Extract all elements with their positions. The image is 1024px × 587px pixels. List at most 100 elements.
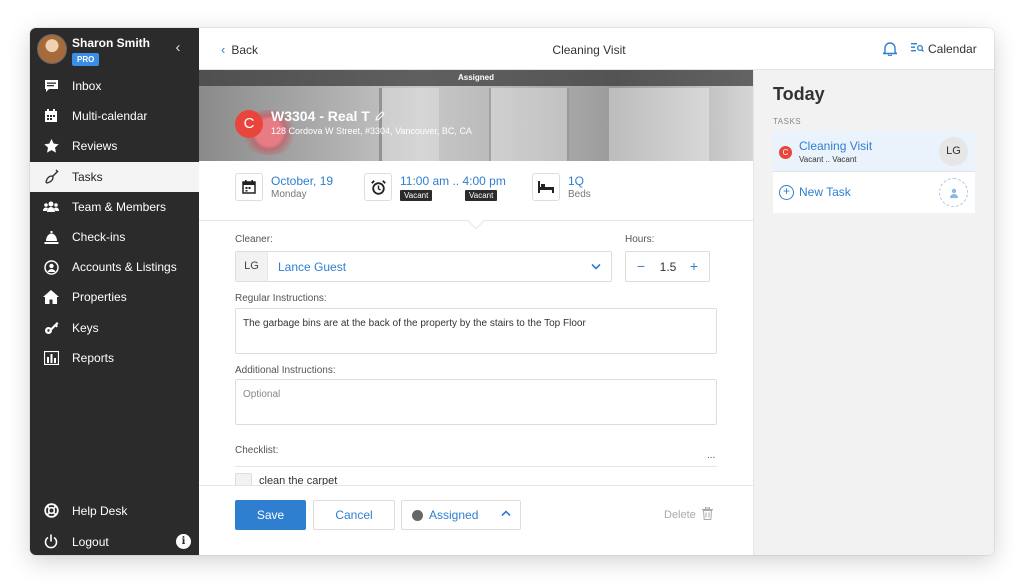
unassigned-user-icon xyxy=(939,178,968,207)
bell-checkin-icon xyxy=(43,229,59,245)
user-profile[interactable]: Sharon Smith PRO ‹ xyxy=(30,28,199,68)
additional-instructions-field[interactable]: Optional xyxy=(235,379,717,425)
regular-instructions-label: Regular Instructions: xyxy=(235,293,327,304)
calendar-label: Calendar xyxy=(928,42,977,56)
sidebar-item-label: Check-ins xyxy=(72,230,126,245)
new-task-label: New Task xyxy=(799,185,851,199)
hours-label: Hours: xyxy=(625,234,655,245)
cleaner-initials: LG xyxy=(236,252,268,281)
sidebar-item-label: Logout xyxy=(72,534,109,549)
delete-button[interactable]: Delete xyxy=(664,506,713,523)
property-name[interactable]: W3304 - Real T xyxy=(271,108,385,124)
status-dropdown[interactable]: Assigned xyxy=(401,500,521,530)
task-type-badge: C xyxy=(235,110,263,138)
task-weekday: Monday xyxy=(271,189,307,200)
sidebar-item-check-ins[interactable]: Check-ins xyxy=(30,222,199,252)
beds-value: 1Q xyxy=(568,174,585,188)
power-icon xyxy=(43,534,59,550)
property-header: Assigned C W3304 - Real T 128 Cordova W … xyxy=(199,70,753,161)
tasks-section-label: TASKS xyxy=(773,117,802,126)
sidebar-item-reports[interactable]: Reports xyxy=(30,343,199,373)
sidebar-item-label: Multi-calendar xyxy=(72,109,148,124)
avatar[interactable] xyxy=(37,34,67,64)
background-photo-window xyxy=(379,88,439,161)
team-icon xyxy=(43,199,59,215)
sidebar-item-label: Inbox xyxy=(72,79,102,94)
sidebar-item-label: Tasks xyxy=(72,169,103,184)
sidebar-item-tasks[interactable]: Tasks xyxy=(30,161,199,192)
additional-instructions-label: Additional Instructions: xyxy=(235,365,336,376)
hours-increment-button[interactable]: + xyxy=(687,258,701,274)
status-dot xyxy=(412,510,423,521)
sidebar-item-label: Reports xyxy=(72,350,115,365)
today-panel: Today TASKS C Cleaning Visit Vacant .. V… xyxy=(753,70,994,555)
back-button[interactable]: ‹ Back xyxy=(221,42,258,57)
home-icon xyxy=(43,289,59,305)
key-icon xyxy=(43,320,59,336)
hours-decrement-button[interactable]: − xyxy=(634,258,648,274)
cleaner-value: Lance Guest xyxy=(278,260,347,274)
vacant-end-badge: Vacant xyxy=(465,190,498,201)
task-form: Cleaner: LG Lance Guest Hours: − 1.5 + R… xyxy=(199,222,753,490)
task-name: Cleaning Visit xyxy=(799,139,873,153)
sidebar-item-inbox[interactable]: Inbox xyxy=(30,71,199,101)
sidebar-item-keys[interactable]: Keys xyxy=(30,313,199,343)
collapse-sidebar-icon[interactable]: ‹ xyxy=(171,38,185,58)
user-name: Sharon Smith xyxy=(72,36,151,50)
save-button[interactable]: Save xyxy=(235,500,306,530)
account-icon xyxy=(43,259,59,275)
task-detail: Assigned C W3304 - Real T 128 Cordova W … xyxy=(199,70,753,555)
status-banner: Assigned xyxy=(457,73,494,82)
notifications-bell-icon[interactable] xyxy=(881,41,899,57)
sidebar-item-accounts-listings[interactable]: Accounts & Listings xyxy=(30,252,199,282)
assignee-avatar: LG xyxy=(939,137,968,166)
task-status-text: Vacant .. Vacant xyxy=(799,155,857,164)
sidebar-item-label: Accounts & Listings xyxy=(72,260,177,275)
sidebar-item-properties[interactable]: Properties xyxy=(30,282,199,312)
topbar: ‹ Back Cleaning Visit Calendar xyxy=(199,28,994,70)
task-time[interactable]: 11:00 am .. 4:00 pm xyxy=(400,174,506,188)
sidebar-item-reviews[interactable]: Reviews xyxy=(30,131,199,161)
hours-stepper[interactable]: − 1.5 + xyxy=(625,251,710,282)
sidebar-item-team-members[interactable]: Team & Members xyxy=(30,192,199,222)
sidebar-item-label: Team & Members xyxy=(72,199,167,214)
pro-badge: PRO xyxy=(72,53,100,66)
inbox-icon xyxy=(43,78,59,94)
sidebar-bottom: Help Desk Logout i xyxy=(30,495,199,555)
pencil-edit-icon[interactable] xyxy=(375,108,385,124)
sidebar-item-multi-calendar[interactable]: Multi-calendar xyxy=(30,101,199,131)
info-icon[interactable]: i xyxy=(176,534,191,549)
delete-label: Delete xyxy=(664,509,696,521)
regular-instructions-field[interactable]: The garbage bins are at the back of the … xyxy=(235,308,717,354)
calendar-link[interactable]: Calendar xyxy=(911,42,977,56)
new-task-button[interactable]: + New Task xyxy=(773,172,975,213)
chevron-left-icon: ‹ xyxy=(221,42,226,57)
action-footer: Save Cancel Assigned Delete xyxy=(199,485,753,555)
cancel-button[interactable]: Cancel xyxy=(313,500,395,530)
sidebar-item-logout[interactable]: Logout i xyxy=(30,526,199,555)
broom-icon xyxy=(43,169,59,185)
cleaner-label: Cleaner: xyxy=(235,234,273,245)
beds-label: Beds xyxy=(568,189,591,200)
page-title: Cleaning Visit xyxy=(552,43,626,57)
property-address: 128 Cordova W Street, #3304, Vancouver, … xyxy=(271,126,472,136)
divider xyxy=(235,466,717,467)
calendar-day-icon xyxy=(235,173,263,201)
calendar-search-icon xyxy=(911,42,924,56)
background-photo-window xyxy=(609,88,709,161)
checklist-more-button[interactable]: ... xyxy=(707,450,715,461)
alarm-clock-icon xyxy=(364,173,392,201)
task-card[interactable]: C Cleaning Visit Vacant .. Vacant LG xyxy=(773,131,975,172)
checklist-label: Checklist: xyxy=(235,445,279,456)
cleaner-select[interactable]: LG Lance Guest xyxy=(235,251,612,282)
plus-circle-icon: + xyxy=(779,185,794,200)
hours-value[interactable]: 1.5 xyxy=(655,260,681,274)
calendar-grid-icon xyxy=(43,108,59,124)
sidebar: Sharon Smith PRO ‹ Inbox Multi-calendar xyxy=(30,28,199,555)
sidebar-item-label: Keys xyxy=(72,320,99,335)
sidebar-item-help-desk[interactable]: Help Desk xyxy=(30,495,199,526)
sidebar-item-label: Properties xyxy=(72,290,127,305)
star-icon xyxy=(43,138,59,154)
task-date[interactable]: October, 19 xyxy=(271,174,333,188)
sidebar-nav: Inbox Multi-calendar Reviews Tasks Team … xyxy=(30,71,199,373)
